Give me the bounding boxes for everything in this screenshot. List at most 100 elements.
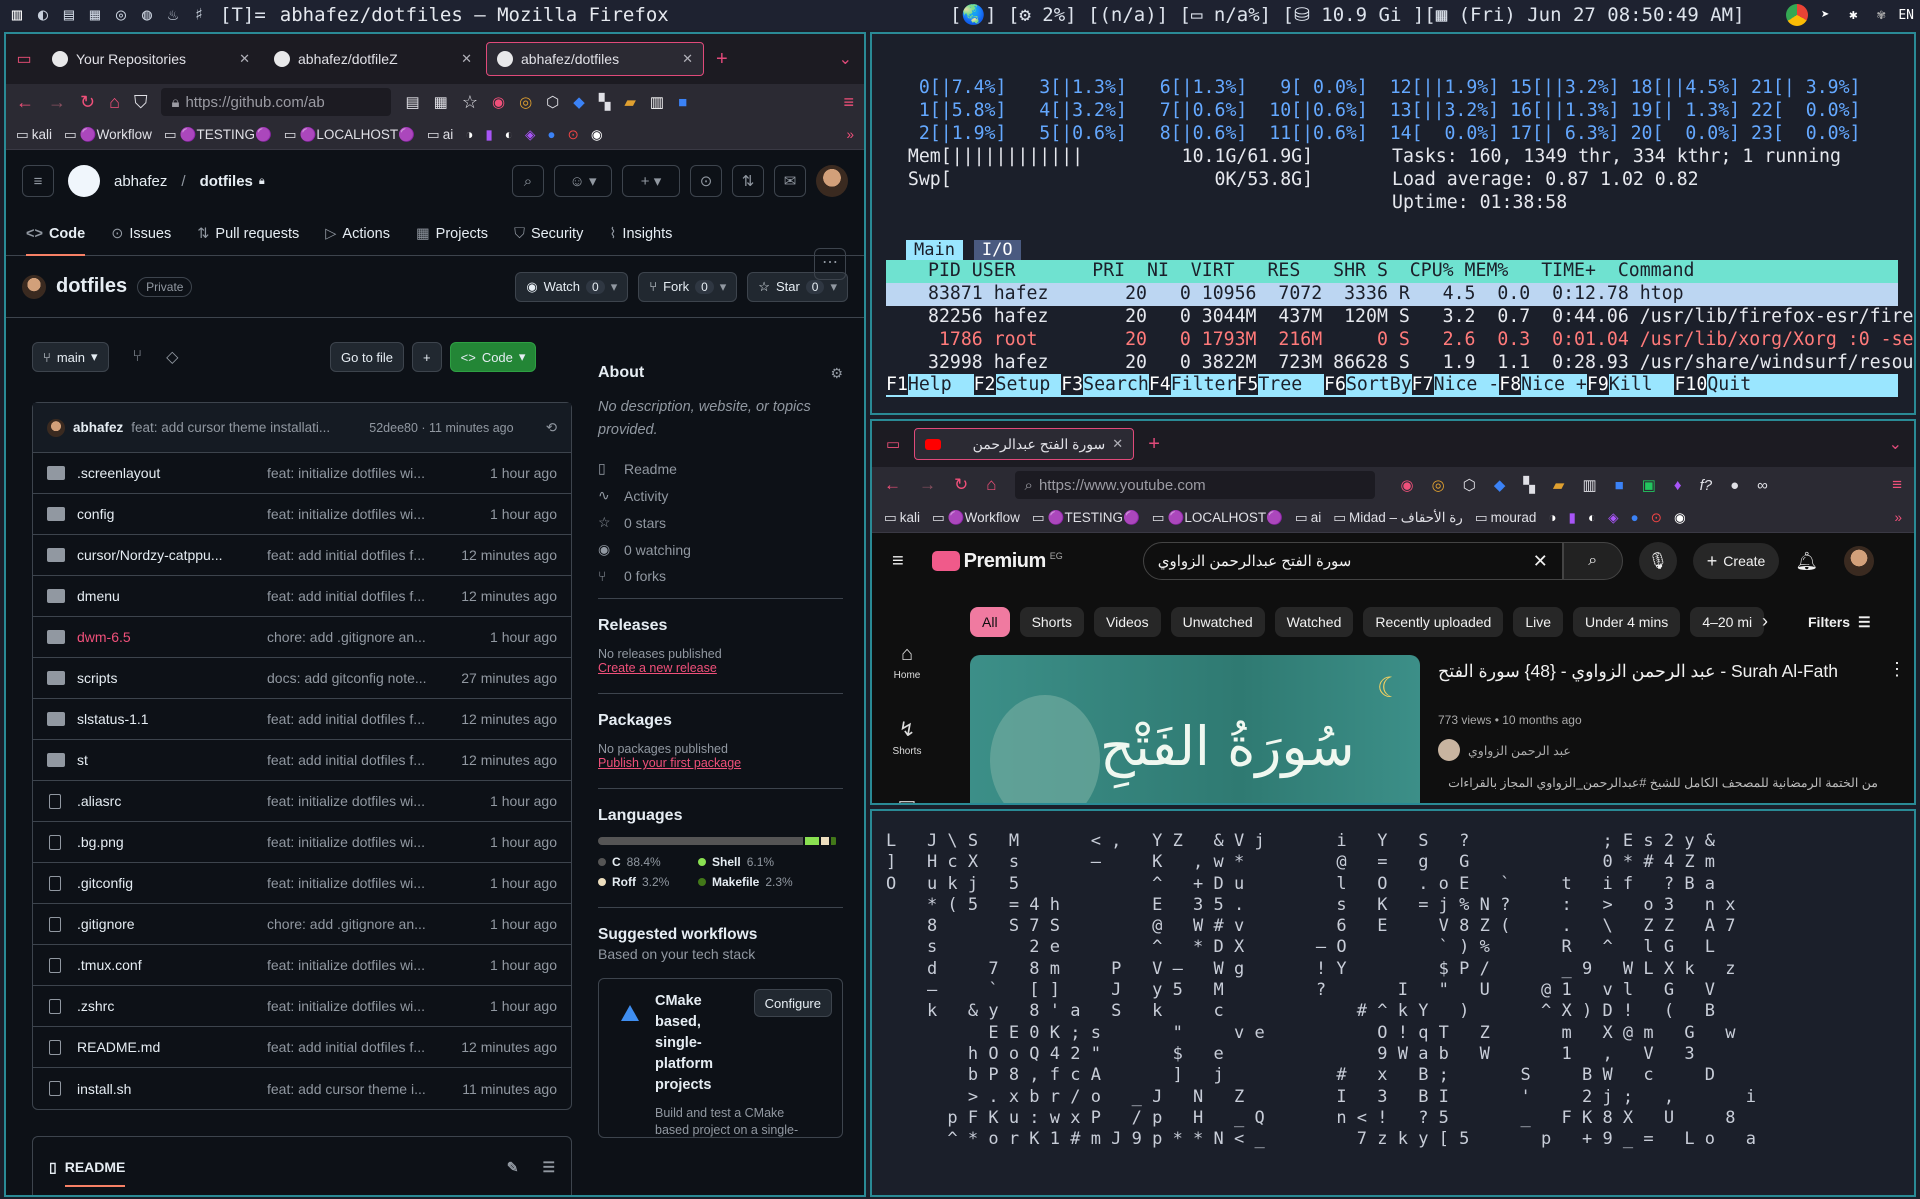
branch-selector[interactable]: ⑂ main ▾	[32, 342, 109, 372]
file-row[interactable]: config feat: initialize dotfiles wi... 1 h…	[33, 494, 571, 535]
close-tab-icon[interactable]: ✕	[1112, 436, 1123, 452]
extension-icon-4[interactable]: ▚	[1523, 476, 1535, 494]
bookmark-favicon-icon[interactable]: ⊙	[568, 127, 579, 143]
fkey-f9[interactable]: F9Kill	[1586, 374, 1675, 395]
chevron-down-icon[interactable]: ▾	[611, 279, 618, 295]
bookmarks-overflow-icon[interactable]: »	[1894, 510, 1902, 525]
grid-icon[interactable]: ▦	[434, 93, 448, 111]
about-item[interactable]: ◉ 0 watching	[598, 541, 843, 558]
avatar[interactable]	[816, 165, 848, 197]
file-row[interactable]: scripts docs: add gitconfig note... 27 min…	[33, 658, 571, 699]
file-name[interactable]: .tmux.conf	[77, 957, 267, 973]
fkey-f4[interactable]: F4Filter	[1148, 374, 1236, 395]
file-commit-message[interactable]: feat: add initial dotfiles f...	[267, 588, 441, 604]
bookmark-favicon-icon[interactable]: ◐	[1588, 510, 1596, 525]
chip-7[interactable]: Live	[1513, 607, 1564, 637]
more-options-icon[interactable]: ⋯	[814, 248, 846, 280]
create-button[interactable]: + Create	[1692, 543, 1780, 579]
tab-pull-requests[interactable]: ⇅ Pull requests	[197, 226, 299, 242]
fkey-f1[interactable]: F1Help	[886, 374, 974, 395]
extension-icon-1[interactable]: ◎	[1432, 476, 1445, 494]
code-button[interactable]: <> Code ▾	[449, 342, 537, 372]
file-row[interactable]: .tmux.conf feat: initialize dotfiles wi..…	[33, 945, 571, 986]
file-name[interactable]: .zshrc	[77, 998, 267, 1014]
file-row[interactable]: .screenlayout feat: initialize dotfiles w…	[33, 453, 571, 494]
extension-icon-3[interactable]: ◆	[573, 93, 585, 111]
tab-overview-icon[interactable]: ▭	[12, 49, 36, 69]
bookmark-item[interactable]: ▭ ai	[427, 127, 453, 143]
commit-hash-time[interactable]: 52dee80 · 11 minutes ago	[369, 421, 513, 435]
file-row[interactable]: .zshrc feat: initialize dotfiles wi... 1 h…	[33, 986, 571, 1027]
create-release-link[interactable]: Create a new release	[598, 661, 843, 675]
menu-icon[interactable]: ≡	[1892, 475, 1902, 495]
fkey-f5[interactable]: F5Tree	[1236, 374, 1324, 395]
file-name[interactable]: README.md	[77, 1039, 267, 1055]
pull-requests-icon[interactable]: ⇅	[732, 165, 764, 197]
voice-search-icon[interactable]: 🎙︎	[1638, 542, 1677, 580]
workspace-tag-8[interactable]: ♯	[186, 5, 212, 25]
chevron-right-icon[interactable]: ›	[1762, 611, 1768, 632]
github-logo-icon[interactable]	[68, 165, 100, 197]
file-row[interactable]: dmenu feat: add initial dotfiles f... 12 m…	[33, 576, 571, 617]
forward-icon[interactable]: →	[48, 92, 66, 113]
browser-tab-1[interactable]: Your Repositories ✕	[42, 42, 260, 76]
chip-4[interactable]: Unwatched	[1170, 607, 1265, 637]
extension-icon-6[interactable]: ▥	[1582, 476, 1596, 494]
workspace-tag-4[interactable]: ▦	[82, 5, 108, 25]
fkey-f8[interactable]: F8Nice +	[1499, 374, 1587, 395]
yt-search-input[interactable]: سورة الفتح عبدالرحمن الزواوي ✕	[1142, 542, 1563, 580]
copilot-icon[interactable]: ☺ ▾	[554, 165, 612, 197]
chrome-icon[interactable]	[1786, 4, 1809, 26]
bookmark-favicon-icon[interactable]: ⊙	[1651, 510, 1662, 526]
file-row[interactable]: .bg.png feat: initialize dotfiles wi... 1 …	[33, 822, 571, 863]
edit-pencil-icon[interactable]: ✎	[507, 1159, 519, 1176]
file-commit-message[interactable]: feat: add cursor theme i...	[267, 1081, 441, 1097]
file-row[interactable]: .gitignore chore: add .gitignore an... 1 h…	[33, 904, 571, 945]
tab-main[interactable]: Main	[906, 240, 963, 260]
bookmark-favicon-icon[interactable]: ●	[1631, 510, 1639, 525]
bookmark-favicon-icon[interactable]: ◐	[505, 127, 513, 142]
process-table-header[interactable]: PID USER PRI NI VIRT RES SHR S CPU% MEM%…	[886, 260, 1898, 283]
chip-9[interactable]: 4–20 mi	[1690, 607, 1765, 637]
reader-view-icon[interactable]: ▤	[405, 93, 419, 111]
browser-tab-2[interactable]: abhafez/dotfileZ ✕	[264, 42, 482, 76]
bookmarks-overflow-icon[interactable]: »	[846, 127, 854, 142]
tab-code[interactable]: <> Code	[26, 226, 86, 256]
file-commit-message[interactable]: chore: add .gitignore an...	[267, 629, 441, 645]
fork-button[interactable]: ⑂ Fork 0 ▾	[638, 271, 738, 302]
bookmark-favicon-icon[interactable]: ◉	[591, 127, 603, 143]
workspace-tag-7[interactable]: ♨	[160, 5, 186, 25]
fkey-f2[interactable]: F2Setup	[973, 374, 1062, 395]
tab-io[interactable]: I/O	[973, 240, 1021, 260]
file-name[interactable]: cursor/Nordzy-catppu...	[77, 547, 267, 563]
shield-icon[interactable]: ⛉	[134, 92, 148, 113]
yt-url-bar[interactable]: ⌕ https://www.youtube.com	[1014, 471, 1375, 499]
yt-avatar[interactable]	[1844, 546, 1875, 576]
commit-author[interactable]: abhafez	[73, 420, 123, 435]
menu-icon[interactable]: ≡	[843, 92, 854, 113]
bookmark-item[interactable]: ▭ mourad	[1475, 510, 1537, 526]
file-name[interactable]: .gitignore	[77, 916, 267, 932]
new-tab-button[interactable]: +	[716, 48, 728, 71]
workspace-tag-3[interactable]: ▤	[56, 5, 82, 25]
process-row[interactable]: 83871 hafez 20 0 10956 7072 3336 R 4.5 0…	[886, 283, 1898, 306]
file-commit-message[interactable]: feat: initialize dotfiles wi...	[267, 875, 441, 891]
extension-icon-8[interactable]: ▣	[1642, 476, 1656, 494]
file-commit-message[interactable]: feat: add initial dotfiles f...	[267, 711, 441, 727]
file-commit-message[interactable]: feat: initialize dotfiles wi...	[267, 998, 441, 1014]
new-tab-button[interactable]: +	[1148, 433, 1160, 456]
bookmark-item[interactable]: ▭ ai	[1295, 510, 1321, 526]
add-file-button[interactable]: +	[412, 342, 442, 372]
close-tab-icon[interactable]: ✕	[461, 51, 472, 67]
search-icon[interactable]: ⌕	[512, 165, 544, 197]
breadcrumb-repo[interactable]: dotfiles	[200, 173, 253, 190]
releases-title[interactable]: Releases	[598, 617, 843, 635]
video-thumbnail[interactable]: سُورَةُ الفَتْحِ ☾	[970, 655, 1420, 803]
yt-logo[interactable]: Premium EG	[931, 550, 1063, 573]
workspace-tag-6[interactable]: ◍	[134, 5, 160, 25]
home-icon[interactable]: ⌂	[986, 475, 996, 495]
video-channel[interactable]: عبد الرحمن الزواوي	[1438, 739, 1571, 761]
file-row[interactable]: .aliasrc feat: initialize dotfiles wi... 1…	[33, 781, 571, 822]
extension-icon-4[interactable]: ▚	[599, 93, 611, 111]
fkey-f10[interactable]: F10Quit	[1674, 374, 1751, 395]
